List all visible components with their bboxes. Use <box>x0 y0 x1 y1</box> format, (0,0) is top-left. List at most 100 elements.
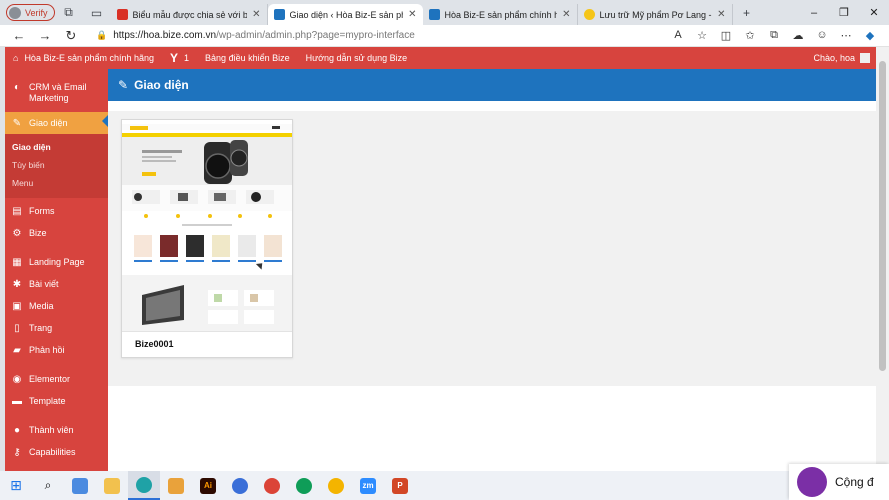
favorites-icon[interactable]: ✩ <box>739 29 761 42</box>
reload-icon[interactable]: ↻ <box>58 28 84 44</box>
profile-avatar-icon <box>9 6 21 19</box>
site-favicon-icon <box>428 9 440 20</box>
theme-card[interactable]: Bize0001 <box>121 119 293 358</box>
layout-icon: ▦ <box>12 257 22 268</box>
yoast-menu[interactable]: Y 1 <box>162 47 197 69</box>
sidebar-item-appearance[interactable]: ✎ Giao diện <box>5 112 108 134</box>
sidebar-item-users[interactable]: ● Thành viên <box>5 407 108 436</box>
workspaces-icon[interactable]: ⧉ <box>55 0 83 25</box>
theme-screenshot[interactable] <box>122 120 292 332</box>
themes-panel: Bize0001 <box>108 111 876 386</box>
main-content: ✎ Giao diện Bize0001 <box>108 69 876 471</box>
folder-icon: ▬ <box>12 396 22 407</box>
illustrator-icon[interactable]: Ai <box>192 471 224 500</box>
media-icon: ▣ <box>12 301 22 312</box>
pin-icon: ✱ <box>12 279 22 290</box>
sidebar-item-crm[interactable]: ◐ CRM và Email Marketing <box>5 69 108 112</box>
submenu-item-menus[interactable]: Menu <box>5 174 108 192</box>
submenu-item-themes[interactable]: Giao diện <box>5 138 108 156</box>
close-tab-icon[interactable]: ✕ <box>252 9 260 20</box>
close-tab-icon[interactable]: ✕ <box>562 9 570 20</box>
windows-start-icon[interactable]: ⊞ <box>0 471 32 500</box>
task-view-icon[interactable] <box>64 471 96 500</box>
chrome-alt-icon[interactable] <box>320 471 352 500</box>
edge-browser-icon[interactable] <box>128 471 160 500</box>
wp-admin-bar: ⌂ Hòa Biz-E sản phẩm chính hãng Y 1 Bảng… <box>5 47 876 69</box>
scrollbar-thumb[interactable] <box>879 61 886 371</box>
url-field[interactable]: 🔒 https://hoa.bize.com.vn/wp-admin/admin… <box>96 30 667 41</box>
copilot-icon[interactable]: ◆ <box>859 29 881 42</box>
page-header: ✎ Giao diện <box>108 69 876 101</box>
bize-guide-link[interactable]: Hướng dẫn sử dụng Bize <box>298 47 416 69</box>
windows-taskbar: ⊞ ⌕ Ai zm P ^ ◔ ◖ Cộng đ <box>0 464 889 500</box>
chrome-icon[interactable] <box>256 471 288 500</box>
more-menu-icon[interactable]: ⋯ <box>835 29 857 42</box>
gmail-icon <box>116 9 128 20</box>
notification-avatar <box>797 467 827 497</box>
new-tab-button[interactable]: + <box>733 0 761 25</box>
site-name-link[interactable]: ⌂ Hòa Biz-E sản phẩm chính hãng <box>5 47 162 69</box>
minimize-button[interactable]: – <box>799 0 829 25</box>
brush-icon: ✎ <box>118 78 129 92</box>
notification-toast[interactable]: Cộng đ <box>789 464 889 500</box>
sidebar-item-pages[interactable]: ▯ Trang <box>5 312 108 334</box>
site-favicon-icon <box>273 9 285 20</box>
sidebar-item-media[interactable]: ▣ Media <box>5 290 108 312</box>
page-icon: ▯ <box>14 323 20 334</box>
comment-icon: ▰ <box>13 345 21 356</box>
back-arrow-icon[interactable]: ← <box>6 28 32 43</box>
profile-sync-icon[interactable]: ☺ <box>811 29 833 42</box>
home-icon: ⌂ <box>13 53 19 63</box>
submenu-item-customize[interactable]: Tùy biến <box>5 156 108 174</box>
appearance-submenu: Giao diện Tùy biến Menu <box>5 134 108 198</box>
address-bar-row: ← → ↻ 🔒 https://hoa.bize.com.vn/wp-admin… <box>0 25 889 47</box>
sidebar-item-landing-page[interactable]: ▦ Landing Page <box>5 239 108 268</box>
gear-icon: ⚙ <box>12 228 22 239</box>
tab-hoa-bize[interactable]: Hòa Biz-E sản phẩm chính hãng ✕ <box>423 4 578 25</box>
split-screen-icon[interactable]: ◫ <box>715 29 737 42</box>
close-tab-icon[interactable]: ✕ <box>717 9 725 20</box>
page-scrollbar[interactable] <box>876 47 889 471</box>
read-aloud-icon[interactable]: A <box>667 29 689 42</box>
collections-icon[interactable]: ⧉ <box>763 29 785 42</box>
tab-giao-dien[interactable]: Giao diện ‹ Hòa Biz-E sản phẩm ... ✕ <box>267 4 423 25</box>
zoom-icon[interactable]: zm <box>352 471 384 500</box>
tab-forms[interactable]: Biểu mẫu được chia sẻ với bạn: ' ✕ <box>111 4 268 25</box>
search-icon[interactable]: ⌕ <box>32 471 64 500</box>
sidebar-item-elementor[interactable]: ◉ Elementor <box>5 356 108 385</box>
tab-actions-icon[interactable]: ▭ <box>83 0 111 25</box>
close-window-button[interactable]: ✕ <box>859 0 889 25</box>
tab-my-pham[interactable]: Lưu trữ Mỹ phẩm Pơ Lang - Biz-E ✕ <box>578 4 733 25</box>
bize-dashboard-link[interactable]: Bảng điều khiển Bize <box>197 47 298 69</box>
sidebar-item-capabilities[interactable]: ⚷ Capabilities <box>5 436 108 458</box>
powerpoint-icon[interactable]: P <box>384 471 416 500</box>
chrome-profile-icon[interactable] <box>288 471 320 500</box>
sidebar-item-bize[interactable]: ⚙ Bize <box>5 217 108 239</box>
close-tab-icon[interactable]: ✕ <box>408 9 416 20</box>
file-explorer-icon[interactable] <box>96 471 128 500</box>
profile-button[interactable]: Verify <box>6 4 55 21</box>
theme-name: Bize0001 <box>135 338 174 349</box>
forward-arrow-icon[interactable]: → <box>32 28 58 43</box>
sidebar-item-comments[interactable]: ▰ Phản hồi <box>5 334 108 356</box>
user-icon: ● <box>13 425 21 436</box>
favorite-star-icon[interactable]: ☆ <box>691 29 713 42</box>
admin-sidebar: ◐ CRM và Email Marketing ✎ Giao diện Gia… <box>5 69 108 471</box>
maximize-button[interactable]: ❐ <box>829 0 859 25</box>
theme-preview-image <box>122 120 292 331</box>
account-menu[interactable]: Chào, hoa <box>813 53 876 63</box>
sidebar-item-template[interactable]: ▬ Template <box>5 385 108 407</box>
elementor-icon: ◉ <box>12 374 22 385</box>
brush-icon: ✎ <box>12 117 22 129</box>
yoast-icon: Y <box>170 51 179 65</box>
megaphone-icon: ◐ <box>13 82 21 93</box>
yoast-count-badge: 1 <box>184 53 190 63</box>
lock-icon: 🔒 <box>96 30 108 40</box>
browser-tab-strip: Verify ⧉ ▭ Biểu mẫu được chia sẻ với bạn… <box>0 0 889 25</box>
sidebar-item-posts[interactable]: ✱ Bài viết <box>5 268 108 290</box>
sidebar-item-forms[interactable]: ▤ Forms <box>5 198 108 217</box>
app-icon[interactable] <box>224 471 256 500</box>
extensions-icon[interactable]: ☁ <box>787 29 809 42</box>
user-avatar <box>860 53 870 63</box>
store-icon[interactable] <box>160 471 192 500</box>
